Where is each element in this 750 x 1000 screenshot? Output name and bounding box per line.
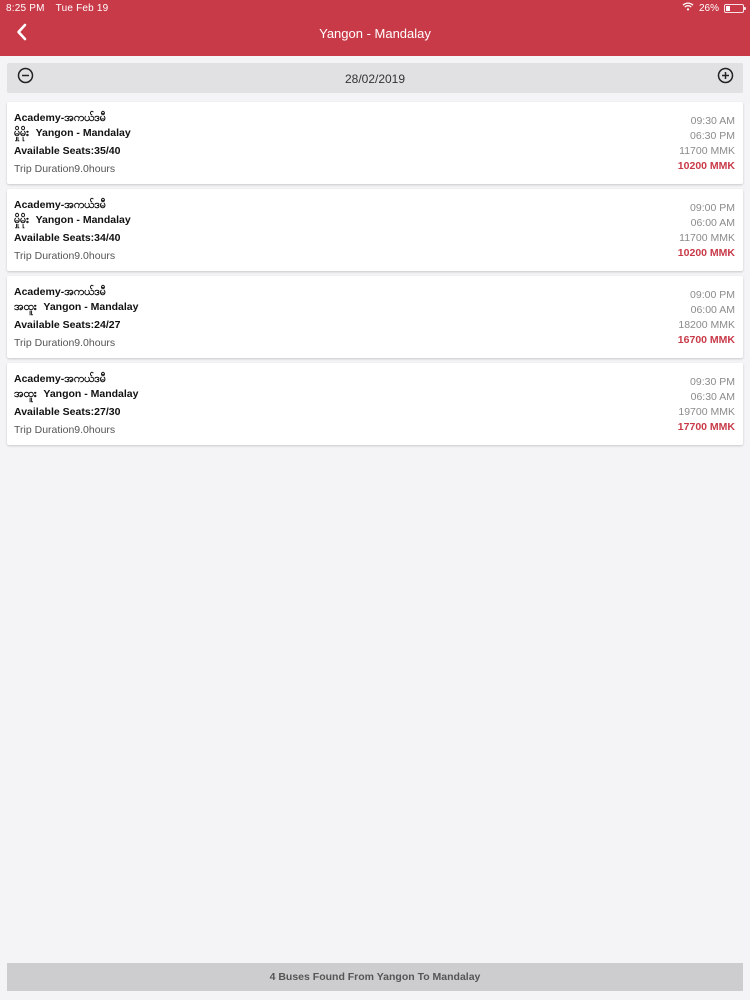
trip-route-line: အထူး Yangon - Mandalay [14,387,139,402]
trip-list: Academy-အကယ်ဒမီ မှိုမိုး Yangon - Mandal… [7,102,743,450]
trip-duration: Trip Duration9.0hours [14,250,116,262]
trip-card[interactable]: Academy-အကယ်ဒမီ အထူး Yangon - Mandalay A… [7,363,743,445]
bus-type: မှိုမိုး [14,127,29,139]
battery-percent: 26% [698,2,719,14]
trip-info: Academy-အကယ်ဒမီ မှိုမိုး Yangon - Mandal… [14,111,131,177]
original-price: 19700 MMK [678,406,735,418]
battery-fill [726,5,730,11]
trip-route-line: မှိုမိုး Yangon - Mandalay [14,126,131,141]
operator-name: Academy-အကယ်ဒမီ [14,112,106,124]
trip-times-prices: 09:00 PM 06:00 AM 11700 MMK 10200 MMK [678,201,735,261]
route-name: Yangon - Mandalay [43,301,139,313]
battery-icon [724,3,746,13]
original-price: 18200 MMK [678,319,735,331]
arrival-time: 06:30 AM [690,391,735,403]
trip-duration: Trip Duration9.0hours [14,163,116,175]
status-date: Tue Feb 19 [55,3,109,14]
operator-name: Academy-အကယ်ဒမီ [14,199,106,211]
trip-card[interactable]: Academy-အကယ်ဒမီ အထူး Yangon - Mandalay A… [7,276,743,358]
selected-date: 28/02/2019 [344,72,406,86]
arrival-time: 06:00 AM [690,304,735,316]
discount-price: 10200 MMK [677,247,735,259]
departure-time: 09:00 PM [690,202,735,214]
results-summary-bar: 4 Buses Found From Yangon To Mandalay [7,963,743,991]
available-seats: Available Seats:35/40 [14,145,121,157]
bus-search-results-screen: 8:25 PM Tue Feb 19 26% Yangon - Mandalay… [0,0,750,1000]
departure-time: 09:00 PM [690,289,735,301]
original-price: 11700 MMK [679,232,735,244]
available-seats: Available Seats:34/40 [14,232,121,244]
trip-times-prices: 09:30 PM 06:30 AM 19700 MMK 17700 MMK [678,375,735,435]
app-header: 8:25 PM Tue Feb 19 26% Yangon - Mandalay [0,0,750,56]
route-name: Yangon - Mandalay [35,127,131,139]
route-name: Yangon - Mandalay [35,214,131,226]
discount-price: 17700 MMK [677,421,735,433]
route-name: Yangon - Mandalay [43,388,139,400]
trip-info: Academy-အကယ်ဒမီ အထူး Yangon - Mandalay A… [14,285,139,351]
bus-type: မှိုမိုး [14,214,29,226]
arrival-time: 06:00 AM [690,217,735,229]
operator-name: Academy-အကယ်ဒမီ [14,373,106,385]
trip-duration: Trip Duration9.0hours [14,424,116,436]
trip-card[interactable]: Academy-အကယ်ဒမီ မှိုမိုး Yangon - Mandal… [7,102,743,184]
discount-price: 10200 MMK [677,160,735,172]
trip-route-line: အထူး Yangon - Mandalay [14,300,139,315]
trip-info: Academy-အကယ်ဒမီ မှိုမိုး Yangon - Mandal… [14,198,131,264]
wifi-icon [682,2,694,14]
circle-plus-icon [717,67,734,89]
operator-name: Academy-အကယ်ဒမီ [14,286,106,298]
next-date-button[interactable] [716,67,734,89]
status-time: 8:25 PM [6,3,45,14]
trip-times-prices: 09:00 PM 06:00 AM 18200 MMK 16700 MMK [678,288,735,348]
trip-times-prices: 09:30 AM 06:30 PM 11700 MMK 10200 MMK [678,114,735,174]
departure-time: 09:30 PM [690,376,735,388]
status-bar-right: 26% [682,2,746,14]
departure-time: 09:30 AM [690,115,735,127]
trip-info: Academy-အကယ်ဒမီ အထူး Yangon - Mandalay A… [14,372,139,438]
bus-type: အထူး [14,301,37,313]
trip-route-line: မှိုမိုး Yangon - Mandalay [14,213,131,228]
available-seats: Available Seats:27/30 [14,406,121,418]
page-title: Yangon - Mandalay [319,26,431,41]
date-selector: 28/02/2019 [7,63,743,93]
original-price: 11700 MMK [679,145,735,157]
trip-duration: Trip Duration9.0hours [14,337,116,349]
trip-card[interactable]: Academy-အကယ်ဒမီ မှိုမိုး Yangon - Mandal… [7,189,743,271]
discount-price: 16700 MMK [677,334,735,346]
arrival-time: 06:30 PM [690,130,735,142]
status-bar-left: 8:25 PM Tue Feb 19 [6,3,108,14]
available-seats: Available Seats:24/27 [14,319,121,331]
bus-type: အထူး [14,388,37,400]
results-summary: 4 Buses Found From Yangon To Mandalay [269,971,481,983]
